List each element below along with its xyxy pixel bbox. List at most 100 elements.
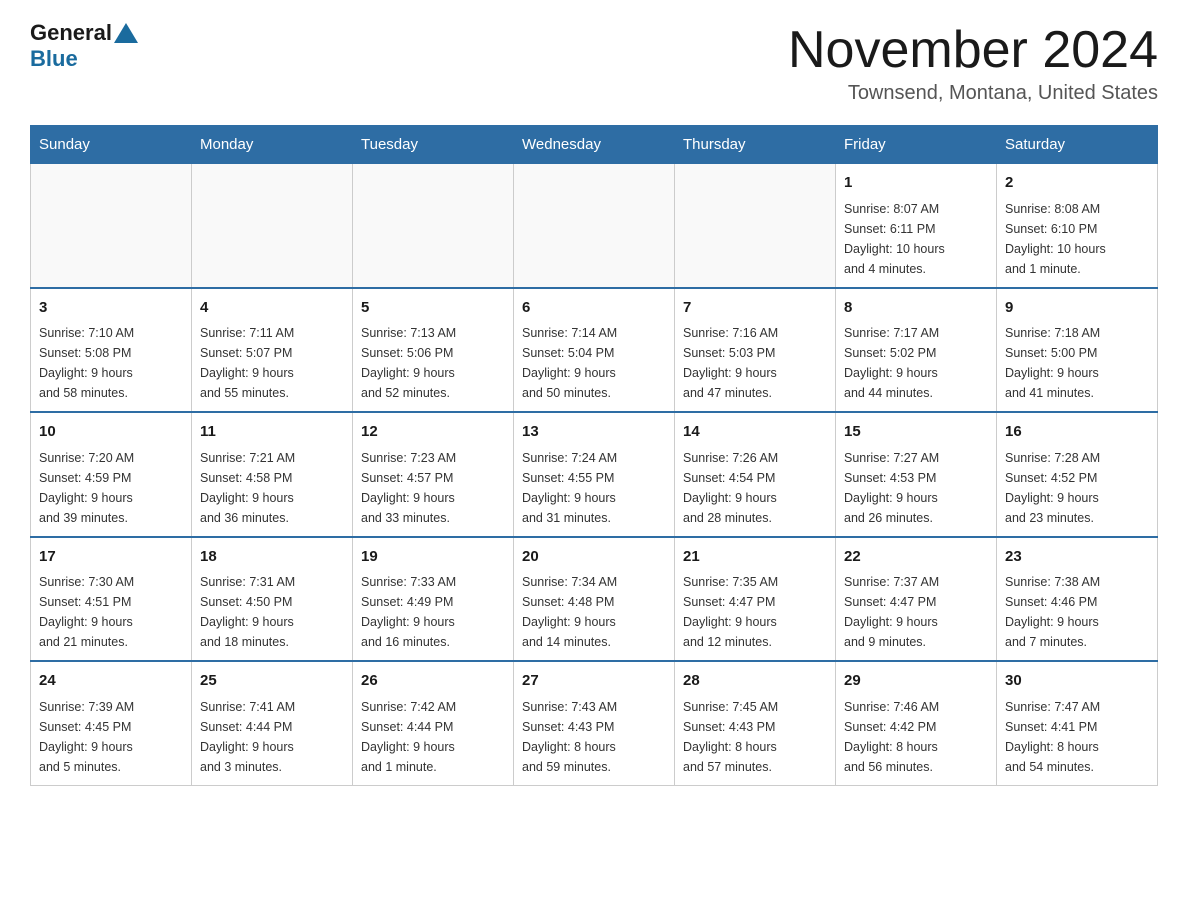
day-info: Sunrise: 7:35 AM Sunset: 4:47 PM Dayligh… xyxy=(683,572,827,652)
day-number: 24 xyxy=(39,670,183,693)
calendar-cell: 29Sunrise: 7:46 AM Sunset: 4:42 PM Dayli… xyxy=(836,661,997,785)
day-number: 9 xyxy=(1005,297,1149,320)
day-number: 25 xyxy=(200,670,344,693)
day-info: Sunrise: 7:47 AM Sunset: 4:41 PM Dayligh… xyxy=(1005,697,1149,777)
day-number: 12 xyxy=(361,421,505,444)
calendar-cell: 1Sunrise: 8:07 AM Sunset: 6:11 PM Daylig… xyxy=(836,164,997,288)
calendar-cell: 7 Sunrise: 7:16 AM Sunset: 5:03 PM Daylig… xyxy=(675,288,836,413)
day-info: Sunrise: 7:37 AM Sunset: 4:47 PM Dayligh… xyxy=(844,572,988,652)
calendar-cell: 3 Sunrise: 7:10 AM Sunset: 5:08 PM Daylig… xyxy=(31,288,192,413)
logo-triangle-icon xyxy=(114,23,138,43)
day-info: Sunrise: 8:08 AM Sunset: 6:10 PM Dayligh… xyxy=(1005,199,1149,279)
calendar-cell: 12 Sunrise: 7:23 AM Sunset: 4:57 PM Dayli… xyxy=(353,412,514,537)
calendar-cell: 28 Sunrise: 7:45 AM Sunset: 4:43 PM Dayli… xyxy=(675,661,836,785)
calendar-cell xyxy=(192,164,353,288)
weekday-header-tuesday: Tuesday xyxy=(353,126,514,164)
calendar-cell: 18Sunrise: 7:31 AM Sunset: 4:50 PM Dayli… xyxy=(192,537,353,662)
day-number: 10 xyxy=(39,421,183,444)
day-number: 21 xyxy=(683,546,827,569)
day-info: Sunrise: 7:16 AM Sunset: 5:03 PM Dayligh… xyxy=(683,323,827,403)
logo: General Blue xyxy=(30,20,140,72)
calendar-week-1: 1Sunrise: 8:07 AM Sunset: 6:11 PM Daylig… xyxy=(31,164,1158,288)
page-header: General Blue November 2024 Townsend, Mon… xyxy=(30,20,1158,105)
logo-blue-text: Blue xyxy=(30,46,78,72)
weekday-header-thursday: Thursday xyxy=(675,126,836,164)
day-number: 3 xyxy=(39,297,183,320)
calendar-week-3: 10 Sunrise: 7:20 AM Sunset: 4:59 PM Dayli… xyxy=(31,412,1158,537)
day-number: 2 xyxy=(1005,172,1149,195)
day-number: 13 xyxy=(522,421,666,444)
day-info: Sunrise: 7:23 AM Sunset: 4:57 PM Dayligh… xyxy=(361,448,505,528)
day-info: Sunrise: 7:13 AM Sunset: 5:06 PM Dayligh… xyxy=(361,323,505,403)
logo-general-text: General xyxy=(30,20,112,46)
day-info: Sunrise: 7:41 AM Sunset: 4:44 PM Dayligh… xyxy=(200,697,344,777)
calendar-cell: 21 Sunrise: 7:35 AM Sunset: 4:47 PM Dayli… xyxy=(675,537,836,662)
weekday-header-monday: Monday xyxy=(192,126,353,164)
day-number: 7 xyxy=(683,297,827,320)
day-number: 1 xyxy=(844,172,988,195)
day-number: 19 xyxy=(361,546,505,569)
day-info: Sunrise: 7:33 AM Sunset: 4:49 PM Dayligh… xyxy=(361,572,505,652)
calendar-cell: 20 Sunrise: 7:34 AM Sunset: 4:48 PM Dayli… xyxy=(514,537,675,662)
day-info: Sunrise: 7:28 AM Sunset: 4:52 PM Dayligh… xyxy=(1005,448,1149,528)
day-number: 8 xyxy=(844,297,988,320)
calendar-cell: 24 Sunrise: 7:39 AM Sunset: 4:45 PM Dayli… xyxy=(31,661,192,785)
day-number: 26 xyxy=(361,670,505,693)
calendar-cell xyxy=(514,164,675,288)
day-number: 20 xyxy=(522,546,666,569)
day-info: Sunrise: 7:31 AM Sunset: 4:50 PM Dayligh… xyxy=(200,572,344,652)
weekday-header-friday: Friday xyxy=(836,126,997,164)
day-info: Sunrise: 7:11 AM Sunset: 5:07 PM Dayligh… xyxy=(200,323,344,403)
day-number: 4 xyxy=(200,297,344,320)
calendar-cell xyxy=(675,164,836,288)
calendar-cell: 26 Sunrise: 7:42 AM Sunset: 4:44 PM Dayli… xyxy=(353,661,514,785)
day-info: Sunrise: 7:43 AM Sunset: 4:43 PM Dayligh… xyxy=(522,697,666,777)
weekday-header-wednesday: Wednesday xyxy=(514,126,675,164)
calendar-cell: 4 Sunrise: 7:11 AM Sunset: 5:07 PM Daylig… xyxy=(192,288,353,413)
calendar-cell: 19 Sunrise: 7:33 AM Sunset: 4:49 PM Dayli… xyxy=(353,537,514,662)
day-number: 23 xyxy=(1005,546,1149,569)
weekday-header-saturday: Saturday xyxy=(997,126,1158,164)
day-info: Sunrise: 7:30 AM Sunset: 4:51 PM Dayligh… xyxy=(39,572,183,652)
day-info: Sunrise: 7:42 AM Sunset: 4:44 PM Dayligh… xyxy=(361,697,505,777)
day-number: 11 xyxy=(200,421,344,444)
day-number: 15 xyxy=(844,421,988,444)
calendar-cell: 30Sunrise: 7:47 AM Sunset: 4:41 PM Dayli… xyxy=(997,661,1158,785)
day-number: 6 xyxy=(522,297,666,320)
day-info: Sunrise: 7:17 AM Sunset: 5:02 PM Dayligh… xyxy=(844,323,988,403)
day-info: Sunrise: 7:38 AM Sunset: 4:46 PM Dayligh… xyxy=(1005,572,1149,652)
calendar-cell: 2 Sunrise: 8:08 AM Sunset: 6:10 PM Daylig… xyxy=(997,164,1158,288)
calendar-cell: 16Sunrise: 7:28 AM Sunset: 4:52 PM Dayli… xyxy=(997,412,1158,537)
day-number: 5 xyxy=(361,297,505,320)
calendar-week-2: 3 Sunrise: 7:10 AM Sunset: 5:08 PM Daylig… xyxy=(31,288,1158,413)
day-number: 17 xyxy=(39,546,183,569)
location-text: Townsend, Montana, United States xyxy=(788,82,1158,105)
day-info: Sunrise: 7:21 AM Sunset: 4:58 PM Dayligh… xyxy=(200,448,344,528)
calendar-week-5: 24 Sunrise: 7:39 AM Sunset: 4:45 PM Dayli… xyxy=(31,661,1158,785)
day-number: 28 xyxy=(683,670,827,693)
calendar-cell: 27 Sunrise: 7:43 AM Sunset: 4:43 PM Dayli… xyxy=(514,661,675,785)
day-info: Sunrise: 7:45 AM Sunset: 4:43 PM Dayligh… xyxy=(683,697,827,777)
calendar-cell: 10 Sunrise: 7:20 AM Sunset: 4:59 PM Dayli… xyxy=(31,412,192,537)
day-info: Sunrise: 7:46 AM Sunset: 4:42 PM Dayligh… xyxy=(844,697,988,777)
calendar-cell: 11 Sunrise: 7:21 AM Sunset: 4:58 PM Dayli… xyxy=(192,412,353,537)
day-info: Sunrise: 7:24 AM Sunset: 4:55 PM Dayligh… xyxy=(522,448,666,528)
day-info: Sunrise: 7:20 AM Sunset: 4:59 PM Dayligh… xyxy=(39,448,183,528)
calendar-cell: 9 Sunrise: 7:18 AM Sunset: 5:00 PM Daylig… xyxy=(997,288,1158,413)
calendar-cell: 5 Sunrise: 7:13 AM Sunset: 5:06 PM Daylig… xyxy=(353,288,514,413)
day-info: Sunrise: 7:26 AM Sunset: 4:54 PM Dayligh… xyxy=(683,448,827,528)
calendar-cell: 13 Sunrise: 7:24 AM Sunset: 4:55 PM Dayli… xyxy=(514,412,675,537)
day-info: Sunrise: 7:27 AM Sunset: 4:53 PM Dayligh… xyxy=(844,448,988,528)
day-number: 27 xyxy=(522,670,666,693)
calendar-cell xyxy=(353,164,514,288)
calendar-cell: 14 Sunrise: 7:26 AM Sunset: 4:54 PM Dayli… xyxy=(675,412,836,537)
calendar-table: SundayMondayTuesdayWednesdayThursdayFrid… xyxy=(30,125,1158,786)
day-number: 14 xyxy=(683,421,827,444)
day-info: Sunrise: 7:10 AM Sunset: 5:08 PM Dayligh… xyxy=(39,323,183,403)
calendar-cell: 17 Sunrise: 7:30 AM Sunset: 4:51 PM Dayli… xyxy=(31,537,192,662)
day-info: Sunrise: 7:18 AM Sunset: 5:00 PM Dayligh… xyxy=(1005,323,1149,403)
calendar-cell: 15 Sunrise: 7:27 AM Sunset: 4:53 PM Dayli… xyxy=(836,412,997,537)
day-info: Sunrise: 7:34 AM Sunset: 4:48 PM Dayligh… xyxy=(522,572,666,652)
day-info: Sunrise: 7:39 AM Sunset: 4:45 PM Dayligh… xyxy=(39,697,183,777)
calendar-header-row: SundayMondayTuesdayWednesdayThursdayFrid… xyxy=(31,126,1158,164)
